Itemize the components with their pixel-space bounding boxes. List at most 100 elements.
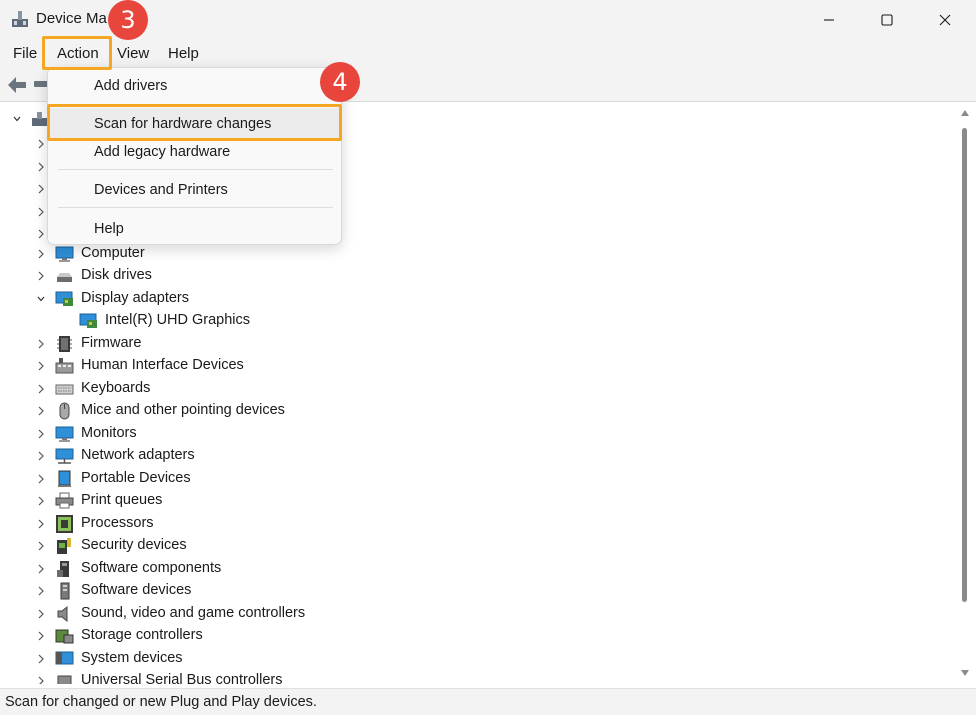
- tree-item[interactable]: Keyboards: [2, 378, 955, 401]
- tree-item[interactable]: Print queues: [2, 490, 955, 513]
- chevron-right-icon[interactable]: [36, 270, 46, 282]
- tree-item[interactable]: Security devices: [2, 535, 955, 558]
- tree-item-label: Monitors: [81, 425, 137, 441]
- scrollbar-thumb[interactable]: [962, 128, 967, 602]
- tree-item-label: Sound, video and game controllers: [81, 605, 306, 621]
- display-adapter-icon: [79, 313, 97, 328]
- tree-item-label: Universal Serial Bus controllers: [81, 672, 283, 684]
- status-bar: Scan for changed or new Plug and Play de…: [0, 688, 976, 715]
- tree-item-label: Software components: [81, 560, 222, 576]
- chevron-down-icon[interactable]: [36, 293, 46, 305]
- menu-help[interactable]: Help: [165, 40, 202, 68]
- tree-item-label: Human Interface Devices: [81, 357, 244, 373]
- chevron-right-icon[interactable]: [36, 473, 46, 485]
- scroll-up-icon[interactable]: [961, 110, 969, 116]
- display-adapter-icon: [55, 291, 73, 306]
- chevron-right-icon[interactable]: [36, 518, 46, 530]
- chevron-right-icon[interactable]: [36, 630, 46, 642]
- chevron-right-icon[interactable]: [36, 183, 46, 195]
- tree-item[interactable]: Software devices: [2, 580, 955, 603]
- chevron-right-icon[interactable]: [36, 248, 46, 260]
- tree-item[interactable]: Firmware: [2, 333, 955, 356]
- menu-file[interactable]: File: [10, 40, 40, 68]
- chevron-right-icon[interactable]: [36, 653, 46, 665]
- chevron-right-icon[interactable]: [36, 495, 46, 507]
- storage-controller-icon: [55, 629, 74, 644]
- chevron-right-icon[interactable]: [36, 383, 46, 395]
- chevron-right-icon[interactable]: [36, 206, 46, 218]
- tree-item[interactable]: Portable Devices: [2, 468, 955, 491]
- tree-item-label: Computer: [81, 245, 145, 261]
- monitor-icon: [55, 246, 74, 262]
- forward-arrow-icon[interactable]: [34, 79, 48, 89]
- minimize-button[interactable]: [800, 0, 858, 40]
- tree-item-label: Security devices: [81, 537, 187, 553]
- menu-bar: File Action View Help: [0, 40, 976, 68]
- tree-item-label: Processors: [81, 515, 154, 531]
- disk-drive-icon: [57, 273, 72, 282]
- back-arrow-icon[interactable]: [6, 75, 28, 95]
- tree-item[interactable]: Sound, video and game controllers: [2, 603, 955, 626]
- maximize-button[interactable]: [858, 0, 916, 40]
- chevron-right-icon[interactable]: [36, 675, 46, 684]
- mouse-icon: [59, 402, 70, 420]
- tree-item[interactable]: Mice and other pointing devices: [2, 400, 955, 423]
- close-button[interactable]: [916, 0, 974, 40]
- chevron-right-icon[interactable]: [36, 405, 46, 417]
- chevron-right-icon[interactable]: [36, 608, 46, 620]
- chevron-right-icon[interactable]: [36, 428, 46, 440]
- chevron-right-icon[interactable]: [36, 228, 46, 240]
- tree-item-label: Portable Devices: [81, 470, 191, 486]
- tree-item[interactable]: Universal Serial Bus controllers: [2, 670, 955, 684]
- tree-item[interactable]: Storage controllers: [2, 625, 955, 648]
- menu-item-help[interactable]: Help: [48, 213, 341, 245]
- tree-item-label: Software devices: [81, 582, 192, 598]
- chevron-right-icon[interactable]: [36, 563, 46, 575]
- processor-icon: [56, 515, 73, 533]
- chevron-right-icon[interactable]: [36, 585, 46, 597]
- chevron-right-icon[interactable]: [36, 450, 46, 462]
- action-menu-dropdown: Add drivers Scan for hardware changes Ad…: [47, 67, 342, 245]
- vertical-scrollbar[interactable]: [956, 104, 974, 684]
- close-icon: [939, 14, 951, 26]
- software-device-icon: [60, 582, 70, 600]
- printer-icon: [55, 492, 74, 509]
- chevron-right-icon[interactable]: [36, 161, 46, 173]
- maximize-icon: [881, 14, 893, 26]
- hid-icon: [55, 358, 74, 374]
- tree-item-label: Storage controllers: [81, 627, 203, 643]
- device-manager-app-icon: [12, 11, 28, 27]
- tree-item[interactable]: Network adapters: [2, 445, 955, 468]
- tree-item[interactable]: Display adapters: [2, 288, 955, 311]
- tree-item[interactable]: Software components: [2, 558, 955, 581]
- tree-item[interactable]: System devices: [2, 648, 955, 671]
- tree-item[interactable]: Intel(R) UHD Graphics: [2, 310, 955, 333]
- status-text: Scan for changed or new Plug and Play de…: [5, 694, 317, 710]
- chevron-right-icon[interactable]: [36, 338, 46, 350]
- tree-item[interactable]: Monitors: [2, 423, 955, 446]
- chevron-right-icon[interactable]: [36, 540, 46, 552]
- menu-item-devices-printers[interactable]: Devices and Printers: [48, 174, 341, 206]
- monitor-icon: [55, 426, 74, 442]
- network-icon: [55, 448, 74, 464]
- firmware-icon: [57, 336, 72, 352]
- speaker-icon: [57, 605, 68, 623]
- chevron-right-icon[interactable]: [36, 138, 46, 150]
- chevron-right-icon[interactable]: [36, 360, 46, 372]
- system-device-icon: [55, 651, 74, 665]
- tree-item-label: Disk drives: [81, 267, 152, 283]
- tree-item[interactable]: Disk drives: [2, 265, 955, 288]
- tree-item[interactable]: Processors: [2, 513, 955, 536]
- tree-item-label: Network adapters: [81, 447, 195, 463]
- step-badge-4: 4: [320, 62, 360, 102]
- tree-item[interactable]: Computer: [2, 243, 955, 266]
- tree-item[interactable]: Human Interface Devices: [2, 355, 955, 378]
- chevron-down-icon[interactable]: [12, 113, 22, 125]
- step-badge-3: 3: [108, 0, 148, 40]
- tree-item-label: Intel(R) UHD Graphics: [105, 312, 251, 328]
- window-title: Device Ma: [36, 10, 107, 27]
- menu-item-add-drivers[interactable]: Add drivers: [48, 70, 341, 102]
- menu-view[interactable]: View: [114, 40, 152, 68]
- scroll-down-icon[interactable]: [961, 670, 969, 676]
- security-device-icon: [57, 538, 71, 554]
